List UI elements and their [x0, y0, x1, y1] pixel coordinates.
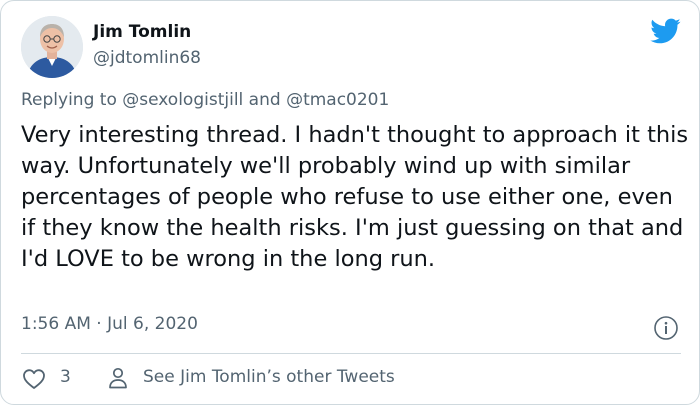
replying-prefix: Replying to	[21, 90, 117, 110]
author-handle[interactable]: @jdtomlin68	[93, 48, 201, 68]
tweet-card: Jim Tomlin @jdtomlin68 Replying to @sexo…	[0, 0, 700, 405]
twitter-bird-icon[interactable]	[649, 15, 681, 47]
heart-icon[interactable]	[22, 368, 46, 390]
see-other-tweets-link[interactable]: See Jim Tomlin’s other Tweets	[143, 367, 395, 387]
replying-and: and	[248, 90, 281, 110]
tweet-text: Very interesting thread. I hadn't though…	[21, 122, 689, 272]
author-name[interactable]: Jim Tomlin	[93, 22, 191, 42]
person-icon[interactable]	[108, 367, 128, 389]
avatar[interactable]	[21, 16, 83, 78]
info-icon[interactable]	[653, 315, 679, 341]
reply-mention-2[interactable]: @tmac0201	[286, 90, 389, 110]
replying-to: Replying to @sexologistjill and @tmac020…	[21, 90, 389, 110]
like-count[interactable]: 3	[60, 367, 71, 387]
reply-mention-1[interactable]: @sexologistjill	[122, 90, 243, 110]
divider	[21, 353, 681, 354]
tweet-timestamp[interactable]: 1:56 AM · Jul 6, 2020	[21, 314, 198, 334]
